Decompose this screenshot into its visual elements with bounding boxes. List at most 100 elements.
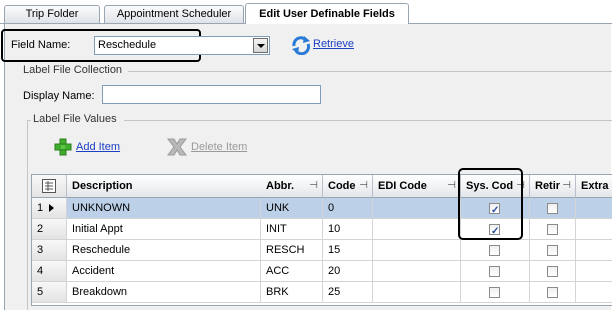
pin-icon[interactable]: ⊣ xyxy=(309,175,318,197)
table-row[interactable]: 3 Reschedule RESCH 15 xyxy=(32,240,612,261)
pin-icon[interactable]: ⊣ xyxy=(562,175,571,197)
column-header-abbr[interactable]: Abbr. ⊣ xyxy=(261,175,323,198)
sys-code-checkbox[interactable] xyxy=(489,287,500,298)
description-cell[interactable]: Accident xyxy=(67,261,261,282)
retired-checkbox[interactable] xyxy=(546,245,558,256)
retired-checkbox[interactable] xyxy=(546,224,558,235)
row-selector-header[interactable] xyxy=(32,175,67,198)
retired-cell[interactable] xyxy=(530,282,576,303)
retired-checkbox[interactable] xyxy=(546,266,558,277)
extra-cell[interactable] xyxy=(576,282,612,303)
row-number: 2 xyxy=(37,223,44,235)
sys-code-cell[interactable] xyxy=(461,240,530,261)
abbr-cell[interactable]: UNK xyxy=(261,198,323,219)
label-file-collection-title: Label File Collection xyxy=(23,64,123,76)
field-name-value: Reschedule xyxy=(98,39,157,51)
application-window: Trip Folder Appointment Scheduler Edit U… xyxy=(0,0,612,310)
group-border xyxy=(27,120,28,310)
chevron-down-icon[interactable] xyxy=(253,38,268,53)
row-selector[interactable]: 5 xyxy=(32,282,67,303)
field-name-combobox[interactable]: Reschedule xyxy=(94,36,270,55)
field-name-label: Field Name: xyxy=(11,39,71,51)
label-file-values-title: Label File Values xyxy=(33,113,117,125)
pin-icon[interactable]: ⊣ xyxy=(359,175,368,197)
group-divider xyxy=(124,120,612,121)
description-cell[interactable]: Reschedule xyxy=(67,240,261,261)
extra-cell[interactable] xyxy=(576,261,612,282)
group-divider xyxy=(128,71,612,72)
abbr-cell[interactable]: RESCH xyxy=(261,240,323,261)
row-selector[interactable]: 2 xyxy=(32,219,67,240)
code-cell[interactable]: 0 xyxy=(323,198,373,219)
description-cell[interactable]: Initial Appt xyxy=(67,219,261,240)
row-number: 5 xyxy=(37,286,44,298)
tab-strip: Trip Folder Appointment Scheduler Edit U… xyxy=(0,0,612,24)
add-item-link[interactable]: Add Item xyxy=(76,141,120,153)
column-label: Description xyxy=(72,180,133,192)
delete-item-link[interactable]: Delete Item xyxy=(191,141,247,153)
row-number: 1 xyxy=(37,202,44,214)
row-number: 4 xyxy=(37,265,44,277)
description-cell[interactable]: Breakdown xyxy=(67,282,261,303)
column-label: Extra xyxy=(581,180,609,192)
sys-code-checkbox[interactable] xyxy=(489,245,500,256)
extra-cell[interactable] xyxy=(576,240,612,261)
column-header-code[interactable]: Code ⊣ xyxy=(323,175,373,198)
display-name-label: Display Name: xyxy=(23,90,95,102)
code-cell[interactable]: 20 xyxy=(323,261,373,282)
column-label: Code xyxy=(328,180,356,192)
retired-cell[interactable] xyxy=(530,261,576,282)
extra-cell[interactable] xyxy=(576,219,612,240)
delete-x-icon xyxy=(167,138,187,156)
pin-icon[interactable]: ⊣ xyxy=(447,175,456,197)
retired-checkbox[interactable] xyxy=(546,287,558,298)
code-cell[interactable]: 25 xyxy=(323,282,373,303)
column-label: EDI Code xyxy=(378,180,427,192)
column-header-description[interactable]: Description⊣ xyxy=(67,175,294,198)
retired-cell[interactable] xyxy=(530,198,576,219)
edi-cell[interactable] xyxy=(373,282,461,303)
current-row-arrow-icon xyxy=(49,204,54,212)
retired-cell[interactable] xyxy=(530,240,576,261)
row-selector[interactable]: 4 xyxy=(32,261,67,282)
retired-checkbox[interactable] xyxy=(546,203,558,214)
code-cell[interactable]: 15 xyxy=(323,240,373,261)
delete-item-button[interactable]: Delete Item xyxy=(165,138,247,156)
edi-cell[interactable] xyxy=(373,261,461,282)
display-name-input[interactable] xyxy=(102,85,321,104)
table-row[interactable]: 1 UNKNOWN UNK 0 xyxy=(32,198,612,219)
table-row[interactable]: 4 Accident ACC 20 xyxy=(32,261,612,282)
row-number: 3 xyxy=(37,244,44,256)
plus-icon xyxy=(54,138,72,156)
abbr-cell[interactable]: INIT xyxy=(261,219,323,240)
row-selector[interactable]: 1 xyxy=(32,198,67,219)
tab-edit-user-definable-fields[interactable]: Edit User Definable Fields xyxy=(245,3,409,24)
refresh-icon xyxy=(292,36,311,55)
abbr-cell[interactable]: ACC xyxy=(261,261,323,282)
tab-trip-folder[interactable]: Trip Folder xyxy=(4,5,100,23)
description-cell[interactable]: UNKNOWN xyxy=(67,198,261,219)
column-header-edi-code[interactable]: EDI Code ⊣ xyxy=(373,175,461,198)
add-item-button[interactable]: Add Item xyxy=(52,138,120,156)
retrieve-link[interactable]: Retrieve xyxy=(313,38,354,50)
table-row[interactable]: 2 Initial Appt INIT 10 xyxy=(32,219,612,240)
retired-cell[interactable] xyxy=(530,219,576,240)
sys-code-checkbox[interactable] xyxy=(489,266,500,277)
edi-cell[interactable] xyxy=(373,240,461,261)
column-header-extra[interactable]: Extra xyxy=(576,175,612,198)
code-cell[interactable]: 10 xyxy=(323,219,373,240)
row-selector[interactable]: 3 xyxy=(32,240,67,261)
sys-code-cell[interactable] xyxy=(461,282,530,303)
column-header-retired[interactable]: Retir ⊣ xyxy=(530,175,576,198)
sys-code-highlight xyxy=(458,168,523,240)
edi-cell[interactable] xyxy=(373,198,461,219)
extra-cell[interactable] xyxy=(576,198,612,219)
table-row[interactable]: 5 Breakdown BRK 25 xyxy=(32,282,612,303)
tab-appointment-scheduler[interactable]: Appointment Scheduler xyxy=(104,5,244,23)
column-label: Retir xyxy=(535,180,561,192)
edi-cell[interactable] xyxy=(373,219,461,240)
abbr-cell[interactable]: BRK xyxy=(261,282,323,303)
column-chooser-icon xyxy=(42,179,56,193)
label-values-grid: Description⊣ Abbr.⊣ Code⊣ EDI Code⊣ Sys.… xyxy=(31,174,612,306)
sys-code-cell[interactable] xyxy=(461,261,530,282)
